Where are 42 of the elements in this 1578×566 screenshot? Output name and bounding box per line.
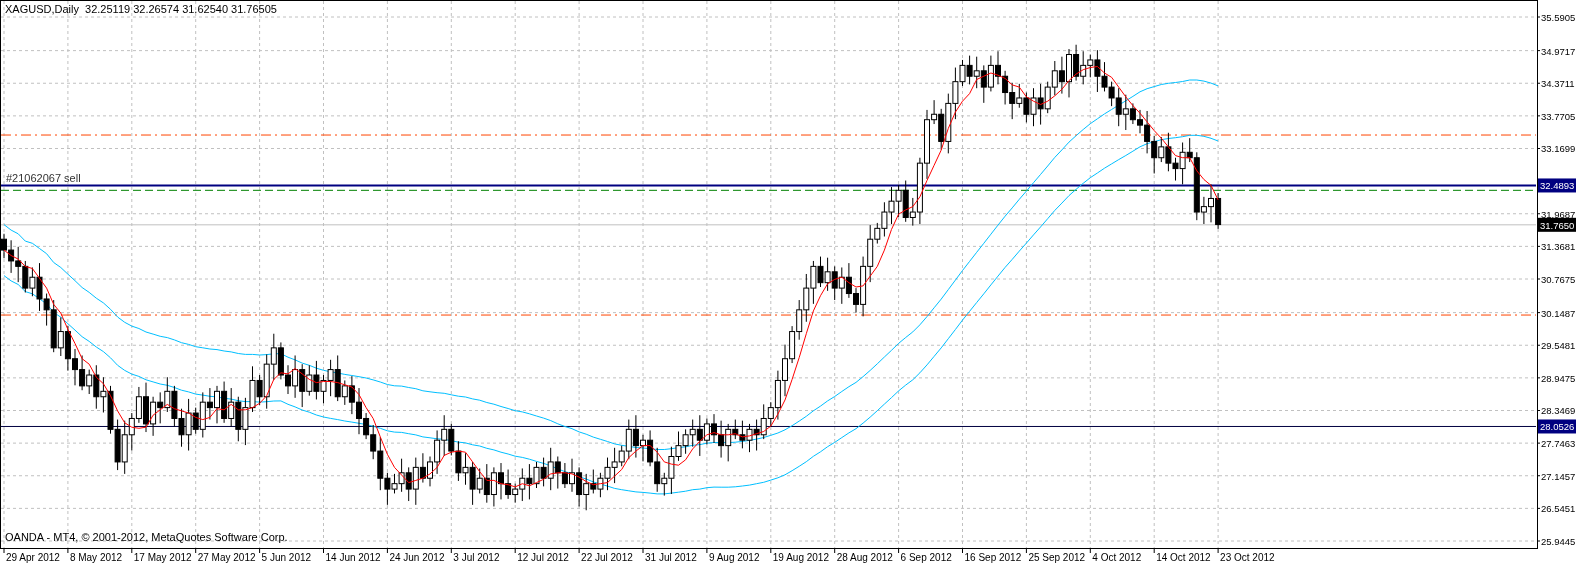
axis-tick-label: 27.7463	[1536, 438, 1576, 450]
axis-tick-label: 14 Oct 2012	[1153, 547, 1211, 563]
axis-tick-label: 19 Aug 2012	[770, 547, 829, 563]
axis-tick-label: 33.1699	[1536, 143, 1576, 155]
axis-tick-label: 29 Apr 2012	[3, 547, 60, 563]
axis-tick-label: 27 May 2012	[195, 547, 256, 563]
axis-tick-label: 28.3469	[1536, 405, 1576, 417]
price-marker: 31.7650	[1538, 217, 1576, 232]
chart-header: XAGUSD,Daily 32.25119 32.26574 31.62540 31.76505	[5, 3, 277, 15]
axis-tick-label: 33.7705	[1536, 110, 1576, 122]
axis-tick-label: 35.5905	[1536, 12, 1576, 23]
order-label: #21062067 sell	[6, 172, 81, 185]
axis-tick-label: 24 Jun 2012	[386, 547, 445, 563]
axis-tick-label: 3 Jul 2012	[450, 547, 500, 563]
axis-tick-label: 23 Oct 2012	[1217, 547, 1275, 563]
price-marker: 28.0526	[1538, 419, 1576, 434]
axis-tick-label: 34.9717	[1536, 45, 1576, 57]
axis-tick-label: 4 Oct 2012	[1089, 547, 1142, 563]
axis-tick-label: 27.1457	[1536, 470, 1576, 482]
axis-tick-label: 16 Sep 2012	[962, 547, 1022, 563]
axis-tick-label: 31.9687	[1536, 208, 1576, 220]
axis-tick-label: 26.5451	[1536, 503, 1576, 515]
copyright-text: OANDA - MT4, © 2001-2012, MetaQuotes Software Corp.	[5, 531, 288, 543]
axis-tick-label: 6 Sep 2012	[898, 547, 952, 563]
axis-tick-label: 31.3681	[1536, 241, 1576, 253]
axis-tick-label: 14 Jun 2012	[323, 547, 381, 563]
axis-tick-label: 30.7675	[1536, 274, 1576, 285]
price-marker: 32.4893	[1538, 178, 1576, 193]
axis-tick-label: 5 Jun 2012	[259, 547, 312, 563]
axis-tick-label: 17 May 2012	[131, 547, 192, 563]
axis-tick-label: 30.1487	[1536, 307, 1576, 319]
axis-tick-label: 31 Jul 2012	[642, 547, 697, 563]
axis-tick-label: 9 Aug 2012	[706, 547, 760, 563]
axis-tick-label: 34.3711	[1536, 78, 1575, 90]
axis-tick-label: 22 Jul 2012	[578, 547, 633, 563]
axis-tick-label: 28.9475	[1536, 372, 1576, 384]
axis-tick-label: 25.9445	[1536, 536, 1576, 547]
axis-tick-label: 28 Aug 2012	[834, 547, 893, 563]
axis-tick-label: 12 Jul 2012	[514, 547, 569, 563]
axis-tick-label: 29.5481	[1536, 340, 1576, 352]
axis-tick-label: 25 Sep 2012	[1025, 547, 1086, 563]
axis-tick-label: 8 May 2012	[67, 547, 123, 563]
